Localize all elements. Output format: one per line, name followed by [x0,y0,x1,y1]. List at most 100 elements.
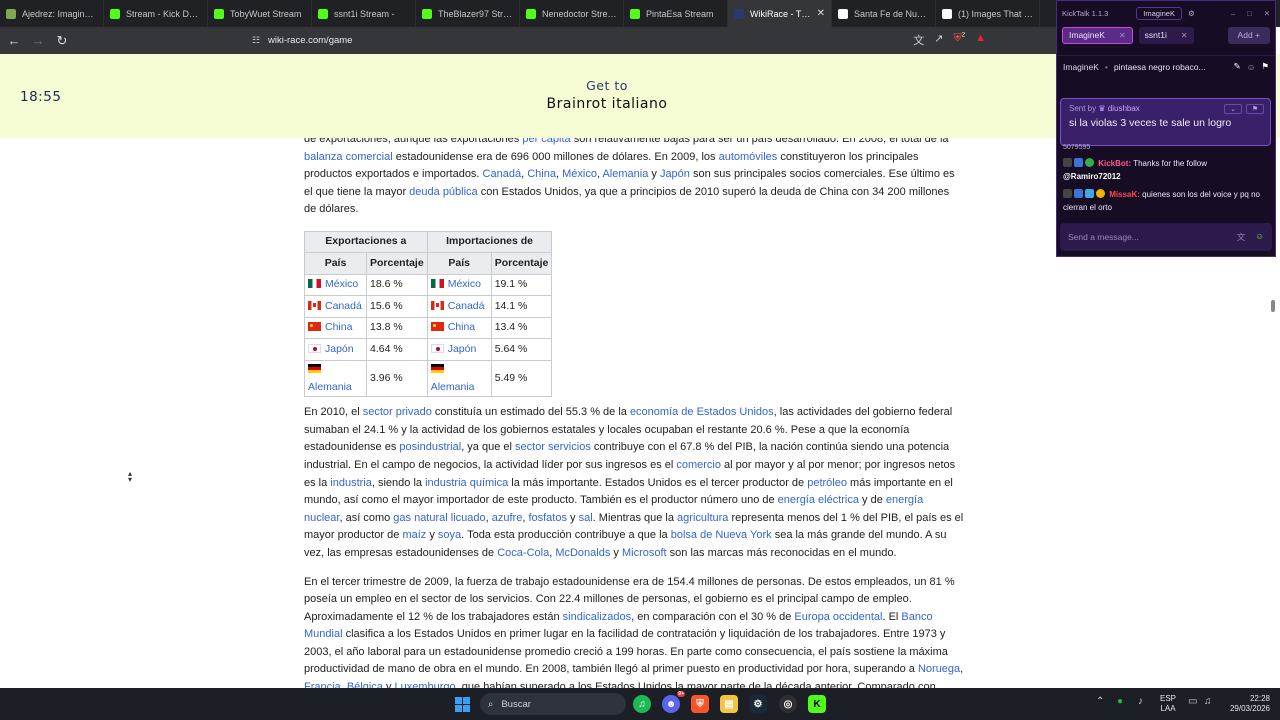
wiki-link[interactable]: Bélgica [347,681,383,688]
system-clock[interactable]: 22:28 29/03/2026 [1226,694,1270,714]
microphone-icon[interactable]: ♪ [1138,696,1143,707]
unpin-icon[interactable]: ⚑ [1261,61,1269,72]
wiki-link[interactable]: sector servicios [515,441,591,453]
wiki-link[interactable]: China [527,168,556,180]
wiki-link[interactable]: Japón [660,168,690,180]
user-icon[interactable]: ☺ [1247,62,1256,72]
minimize-icon[interactable]: – [1231,9,1235,18]
country-link[interactable]: México [325,278,358,290]
wiki-link[interactable]: Coca-Cola [497,547,549,559]
country-link[interactable]: Japón [325,343,354,355]
kick-icon[interactable]: K [808,695,826,713]
brave-icon[interactable]: ⛨ [691,695,709,713]
wiki-link[interactable]: soya [438,529,461,541]
language-indicator[interactable]: ESP LAA [1160,694,1176,714]
wiki-link[interactable]: maíz [402,529,426,541]
country-link[interactable]: China [325,321,352,333]
wiki-link[interactable]: bolsa de Nueva York [671,529,772,541]
obs-icon[interactable]: ◎ [779,695,797,713]
wiki-link[interactable]: azufre [492,512,523,524]
chat-input[interactable]: Send a message... 文 ☺ [1060,223,1272,251]
brave-rewards-icon[interactable]: ▲ [975,32,986,48]
wiki-link[interactable]: industria [330,477,372,489]
wiki-link[interactable]: balanza comercial [304,151,393,163]
back-icon[interactable]: ← [4,31,24,51]
country-link[interactable]: Canadá [325,300,362,312]
wiki-link[interactable]: economía de Estados Unidos [630,406,774,418]
wiki-link[interactable]: posindustrial [399,441,461,453]
collapse-icon[interactable]: ⌄ [1224,104,1242,114]
country-link[interactable]: Alemania [308,381,352,393]
wiki-link[interactable]: Europa occidental [794,611,882,623]
site-info-icon[interactable]: ☷ [252,35,260,46]
translate-icon[interactable]: 文 [1237,231,1246,243]
wiki-link[interactable]: agricultura [677,512,728,524]
wiki-link[interactable]: Noruega [918,663,960,675]
brave-shield-icon[interactable]: ⛨2 [954,32,966,48]
tray-app-icon[interactable]: ● [1117,696,1123,707]
channel-tab-ssnt1i[interactable]: ssnt1i ✕ [1138,26,1194,44]
steam-icon[interactable]: ⚙ [749,695,767,713]
channel-tab-imaginek[interactable]: ImagineK ✕ [1062,26,1133,44]
browser-tab[interactable]: Ajedrez: ImagineBv [0,0,104,27]
add-channel-button[interactable]: Add + [1227,26,1270,44]
browser-tab[interactable]: Stream - Kick Dashb [104,0,208,27]
wiki-link[interactable]: México [562,168,597,180]
wiki-link[interactable]: sal [579,512,593,524]
browser-tab[interactable]: (1) Images That Ma [936,0,1040,27]
browser-tab[interactable]: WikiRace - The ✕ [728,0,832,27]
wiki-link[interactable]: deuda pública [409,186,478,198]
emote-icon[interactable]: ☺ [1255,231,1264,243]
close-tab-icon[interactable]: ✕ [817,8,825,19]
wiki-link[interactable]: Microsoft [622,547,667,559]
share-icon[interactable]: ↗ [934,32,943,48]
wiki-link[interactable]: energía eléctrica [778,494,859,506]
country-link[interactable]: México [448,278,481,290]
url-bar[interactable]: ☷ wiki-race.com/game [244,31,992,50]
browser-tab[interactable]: ssnt1i Stream - [312,0,416,27]
country-link[interactable]: Alemania [431,381,475,393]
wiki-link[interactable]: Canadá [483,168,522,180]
wiki-link[interactable]: petróleo [807,477,847,489]
forward-icon[interactable]: → [28,31,48,51]
browser-tab[interactable]: Santa Fe de Nuevo [832,0,936,27]
page-scrollbar[interactable] [1271,300,1275,312]
browser-tab[interactable]: Nenedoctor Stream [520,0,624,27]
close-icon[interactable]: ✕ [1264,9,1270,18]
wiki-link[interactable]: automóviles [719,151,778,163]
wiki-link[interactable]: sector privado [363,406,432,418]
wiki-link[interactable]: per capita [522,138,570,145]
wiki-link[interactable]: McDonalds [555,547,610,559]
wiki-link[interactable]: Francia [304,681,341,688]
maximize-icon[interactable]: □ [1247,9,1252,18]
account-button[interactable]: ImagineK [1136,6,1182,20]
wiki-link[interactable]: sindicalizados [563,611,631,623]
pinned-message[interactable]: ImagineK • pintaesa negro robaco... ✎ ☺ … [1057,55,1275,77]
volume-icon[interactable]: ♫ [1204,696,1212,707]
pin-icon[interactable]: ✎ [1234,61,1241,72]
wiki-link[interactable]: industria química [425,477,508,489]
settings-icon[interactable]: ⚙ [1188,9,1195,18]
country-link[interactable]: Canadá [448,300,485,312]
wiki-link[interactable]: Luxemburgo [395,681,456,688]
browser-tab[interactable]: PintaEsa Stream [624,0,728,27]
browser-tab[interactable]: TheBlazer97 Stream [416,0,520,27]
wiki-link[interactable]: gas natural licuado [393,512,485,524]
close-icon[interactable]: ✕ [1181,31,1188,40]
browser-tab[interactable]: TobyWuet Stream [208,0,312,27]
tray-overflow-icon[interactable]: ⌃ [1096,696,1104,707]
windows-start-icon[interactable] [455,697,470,712]
file-explorer-icon[interactable]: ▤ [720,695,738,713]
wiki-link[interactable]: comercio [676,459,721,471]
wiki-link[interactable]: fosfatos [528,512,567,524]
wiki-link[interactable]: Alemania [602,168,648,180]
taskbar-search[interactable]: ⌕ Buscar [480,693,626,715]
reload-icon[interactable]: ↻ [52,31,72,51]
pin-icon[interactable]: ⚑ [1246,104,1264,114]
spotify-icon[interactable]: ♫ [633,695,651,713]
close-icon[interactable]: ✕ [1119,31,1126,40]
country-link[interactable]: Japón [448,343,477,355]
country-link[interactable]: China [448,321,475,333]
discord-icon[interactable]: ☻ 9+ [662,691,685,713]
translate-icon[interactable]: 文 [913,32,924,48]
